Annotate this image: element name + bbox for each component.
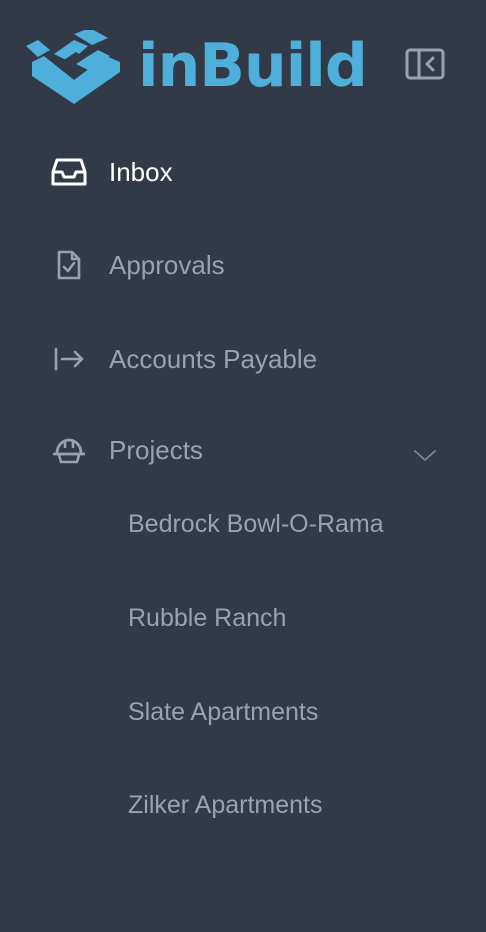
- nav-item-inbox[interactable]: Inbox: [0, 144, 486, 200]
- project-item-zilker-apartments[interactable]: Zilker Apartments: [0, 777, 486, 833]
- chevron-down-icon[interactable]: [413, 448, 437, 462]
- document-check-icon: [50, 246, 88, 284]
- project-label: Bedrock Bowl-O-Rama: [128, 509, 384, 538]
- nav-label-projects: Projects: [109, 434, 203, 465]
- nav-label-inbox: Inbox: [109, 156, 173, 187]
- nav-label-accounts-payable: Accounts Payable: [109, 343, 318, 374]
- brand-name: inBuild: [138, 31, 368, 101]
- hard-hat-icon: [50, 431, 88, 469]
- project-label: Slate Apartments: [128, 697, 319, 726]
- project-label: Rubble Ranch: [128, 603, 287, 632]
- nav-item-accounts-payable[interactable]: Accounts Payable: [0, 331, 486, 387]
- project-label: Zilker Apartments: [128, 790, 323, 819]
- inbox-icon: [50, 153, 88, 191]
- brand-logo[interactable]: inBuild: [24, 30, 368, 106]
- sidebar: inBuild Inbox Approvals Accounts Payable…: [0, 0, 486, 932]
- nav-item-approvals[interactable]: Approvals: [0, 237, 486, 293]
- arrow-right-bar-icon: [50, 340, 88, 378]
- project-item-rubble-ranch[interactable]: Rubble Ranch: [0, 590, 486, 646]
- nav-label-approvals: Approvals: [109, 249, 225, 280]
- collapse-sidebar-button[interactable]: [404, 46, 446, 82]
- nav-item-projects[interactable]: Projects: [0, 422, 486, 478]
- sidebar-collapse-icon: [405, 48, 445, 80]
- project-item-bedrock-bowl-o-rama[interactable]: Bedrock Bowl-O-Rama: [0, 496, 486, 552]
- project-item-slate-apartments[interactable]: Slate Apartments: [0, 684, 486, 740]
- open-box-logo-icon: [26, 30, 120, 104]
